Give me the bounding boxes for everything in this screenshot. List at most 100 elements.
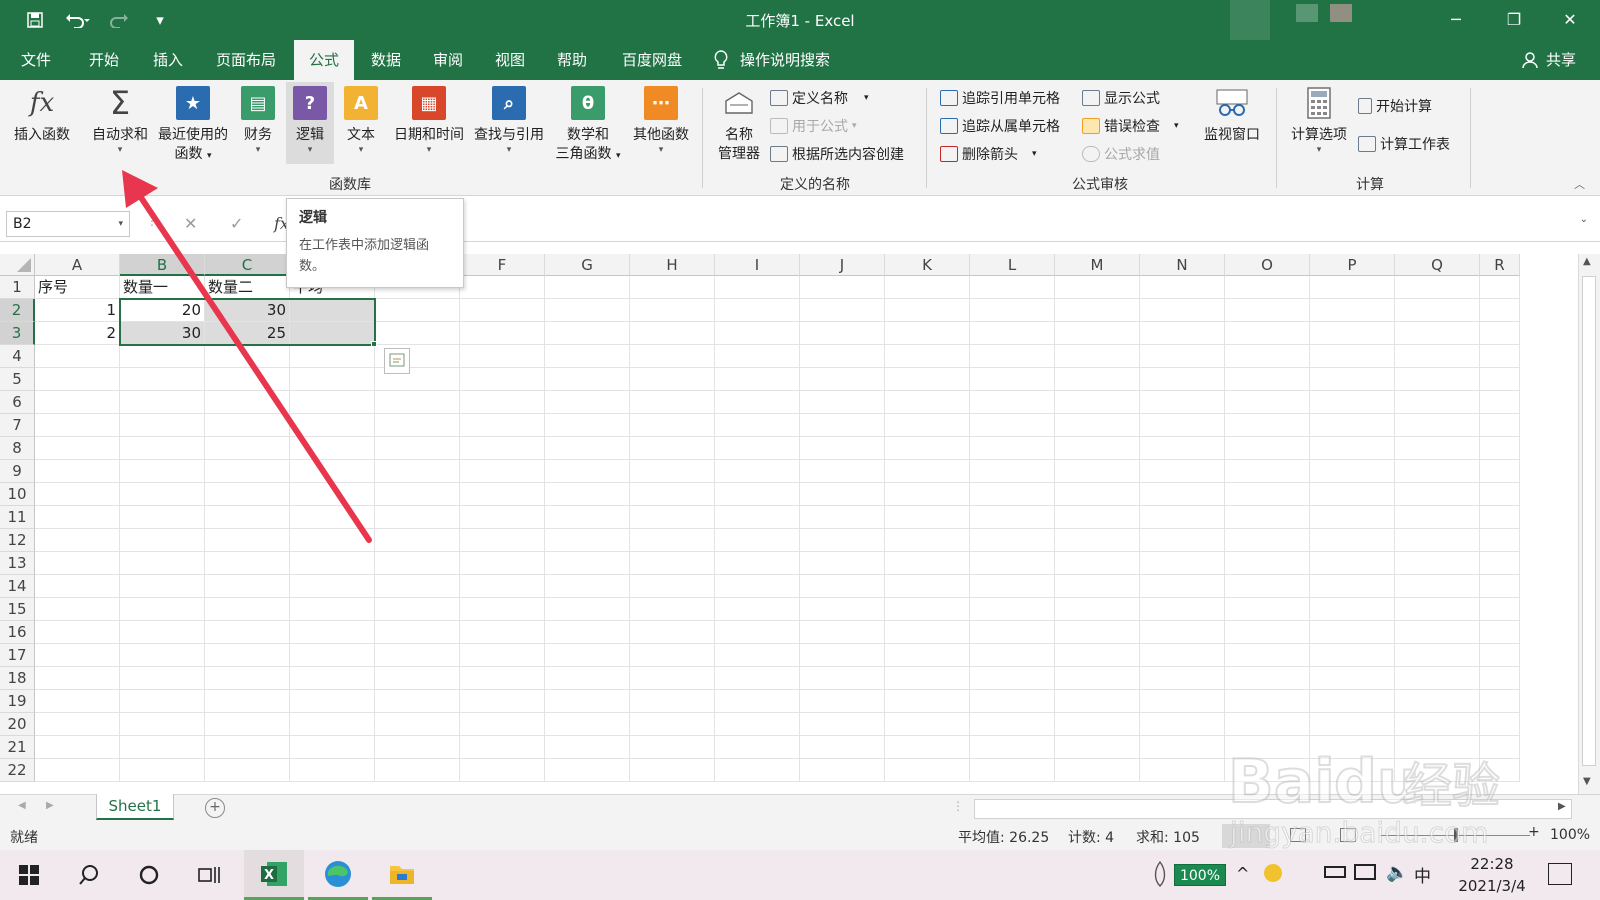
cell-k14[interactable]: [885, 575, 970, 598]
row-header-16[interactable]: 16: [0, 621, 35, 644]
cell-e13[interactable]: [375, 552, 460, 575]
column-header-r[interactable]: R: [1480, 254, 1520, 276]
cell-f19[interactable]: [460, 690, 545, 713]
cell-d4[interactable]: [290, 345, 375, 368]
cell-d15[interactable]: [290, 598, 375, 621]
cell-n1[interactable]: [1140, 276, 1225, 299]
cell-q8[interactable]: [1395, 437, 1480, 460]
windows-start-icon[interactable]: [2, 850, 56, 900]
cell-d12[interactable]: [290, 529, 375, 552]
cell-h18[interactable]: [630, 667, 715, 690]
cell-d11[interactable]: [290, 506, 375, 529]
cell-f16[interactable]: [460, 621, 545, 644]
cell-f6[interactable]: [460, 391, 545, 414]
cell-i7[interactable]: [715, 414, 800, 437]
next-sheet-icon[interactable]: ▶: [46, 800, 54, 811]
cell-q10[interactable]: [1395, 483, 1480, 506]
cell-h6[interactable]: [630, 391, 715, 414]
cell-a17[interactable]: [35, 644, 120, 667]
row-header-13[interactable]: 13: [0, 552, 35, 575]
cell-f9[interactable]: [460, 460, 545, 483]
cell-f12[interactable]: [460, 529, 545, 552]
cell-r8[interactable]: [1480, 437, 1520, 460]
cell-q7[interactable]: [1395, 414, 1480, 437]
cell-n8[interactable]: [1140, 437, 1225, 460]
cell-m19[interactable]: [1055, 690, 1140, 713]
tab-baidu-netdisk[interactable]: 百度网盘: [612, 40, 692, 80]
cell-n12[interactable]: [1140, 529, 1225, 552]
column-header-k[interactable]: K: [885, 254, 970, 276]
cell-m9[interactable]: [1055, 460, 1140, 483]
vertical-scrollbar[interactable]: ▲ ▼: [1578, 254, 1600, 794]
cell-p10[interactable]: [1310, 483, 1395, 506]
column-header-o[interactable]: O: [1225, 254, 1310, 276]
cell-c21[interactable]: [205, 736, 290, 759]
cell-i16[interactable]: [715, 621, 800, 644]
cell-m8[interactable]: [1055, 437, 1140, 460]
cell-h14[interactable]: [630, 575, 715, 598]
cell-o21[interactable]: [1225, 736, 1310, 759]
cell-o3[interactable]: [1225, 322, 1310, 345]
cell-i4[interactable]: [715, 345, 800, 368]
cell-l4[interactable]: [970, 345, 1055, 368]
cell-c5[interactable]: [205, 368, 290, 391]
cell-g3[interactable]: [545, 322, 630, 345]
cell-b1[interactable]: 数量一: [120, 276, 205, 299]
cell-c17[interactable]: [205, 644, 290, 667]
cell-m15[interactable]: [1055, 598, 1140, 621]
cell-j15[interactable]: [800, 598, 885, 621]
cell-k11[interactable]: [885, 506, 970, 529]
cell-j6[interactable]: [800, 391, 885, 414]
scroll-right-icon[interactable]: ▶: [1558, 801, 1566, 812]
normal-view-button[interactable]: [1222, 824, 1270, 848]
cell-m7[interactable]: [1055, 414, 1140, 437]
cell-j4[interactable]: [800, 345, 885, 368]
cell-i12[interactable]: [715, 529, 800, 552]
cell-c16[interactable]: [205, 621, 290, 644]
cell-d14[interactable]: [290, 575, 375, 598]
cell-m22[interactable]: [1055, 759, 1140, 782]
cell-a15[interactable]: [35, 598, 120, 621]
cell-d21[interactable]: [290, 736, 375, 759]
page-break-view-button[interactable]: [1340, 828, 1356, 842]
column-header-j[interactable]: J: [800, 254, 885, 276]
cell-o19[interactable]: [1225, 690, 1310, 713]
row-header-3[interactable]: 3: [0, 322, 35, 345]
cell-g9[interactable]: [545, 460, 630, 483]
column-header-p[interactable]: P: [1310, 254, 1395, 276]
cell-d6[interactable]: [290, 391, 375, 414]
task-view-icon[interactable]: [182, 850, 236, 900]
cell-f10[interactable]: [460, 483, 545, 506]
cell-r2[interactable]: [1480, 299, 1520, 322]
financial-button[interactable]: ▤ 财务 ▾: [236, 86, 280, 155]
cell-k18[interactable]: [885, 667, 970, 690]
cell-g2[interactable]: [545, 299, 630, 322]
tab-formulas[interactable]: 公式: [294, 40, 354, 80]
cell-b5[interactable]: [120, 368, 205, 391]
row-header-5[interactable]: 5: [0, 368, 35, 391]
cell-p1[interactable]: [1310, 276, 1395, 299]
cell-h2[interactable]: [630, 299, 715, 322]
notifications-icon[interactable]: [1548, 863, 1572, 885]
cell-h16[interactable]: [630, 621, 715, 644]
cell-g6[interactable]: [545, 391, 630, 414]
cell-b10[interactable]: [120, 483, 205, 506]
quick-analysis-button[interactable]: [384, 348, 410, 374]
cell-f3[interactable]: [460, 322, 545, 345]
cell-k16[interactable]: [885, 621, 970, 644]
cell-d18[interactable]: [290, 667, 375, 690]
row-header-14[interactable]: 14: [0, 575, 35, 598]
cell-p13[interactable]: [1310, 552, 1395, 575]
cell-g19[interactable]: [545, 690, 630, 713]
cell-o15[interactable]: [1225, 598, 1310, 621]
split-handle-icon[interactable]: ⋮: [952, 799, 964, 813]
cell-f13[interactable]: [460, 552, 545, 575]
zoom-slider-thumb[interactable]: [1454, 828, 1458, 842]
cell-h1[interactable]: [630, 276, 715, 299]
cell-g18[interactable]: [545, 667, 630, 690]
cell-g17[interactable]: [545, 644, 630, 667]
cell-a21[interactable]: [35, 736, 120, 759]
cell-d17[interactable]: [290, 644, 375, 667]
cell-a3[interactable]: 2: [35, 322, 120, 345]
tab-home[interactable]: 开始: [78, 40, 130, 80]
